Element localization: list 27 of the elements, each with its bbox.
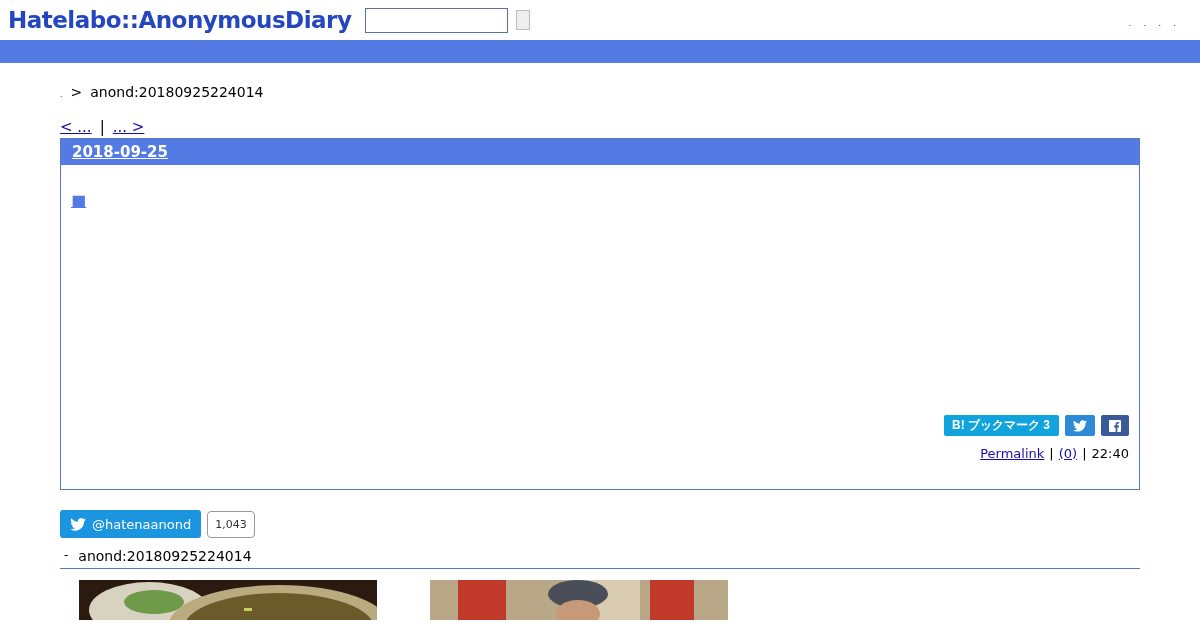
home-link[interactable]: . (60, 90, 63, 99)
header-link[interactable]: . (1128, 18, 1132, 28)
follower-count: 1,043 (207, 510, 255, 538)
entry-time: 22:40 (1091, 446, 1129, 461)
section-title: anond:20180925224014 (78, 548, 252, 564)
separator: | (1082, 446, 1087, 461)
search-field[interactable] (365, 7, 509, 33)
comments-link[interactable]: (0) (1058, 446, 1078, 461)
date-link[interactable]: 2018-09-25 (72, 143, 168, 161)
breadcrumb-separator: > (70, 84, 83, 100)
breadcrumb-current: anond:20180925224014 (90, 84, 264, 100)
bird-icon (1073, 419, 1087, 432)
pager-separator: | (99, 118, 105, 136)
site-logo[interactable]: Hatelabo::AnonymousDiary (8, 7, 352, 33)
previous-link[interactable]: < ... (60, 118, 92, 136)
facebook-icon (1109, 419, 1121, 432)
header-link[interactable]: . (1173, 18, 1176, 28)
facebook-button[interactable] (1101, 415, 1129, 436)
bullet: - (64, 548, 69, 564)
next-link[interactable]: ... > (112, 118, 145, 136)
header-link[interactable]: . (1158, 18, 1162, 28)
separator: | (1049, 446, 1054, 461)
entry-title-link[interactable]: ■ (71, 191, 87, 210)
permalink-link[interactable]: Permalink (980, 446, 1045, 461)
header-link[interactable]: . (1143, 18, 1147, 28)
bird-icon (70, 517, 86, 531)
tweet-button[interactable] (1065, 415, 1095, 436)
